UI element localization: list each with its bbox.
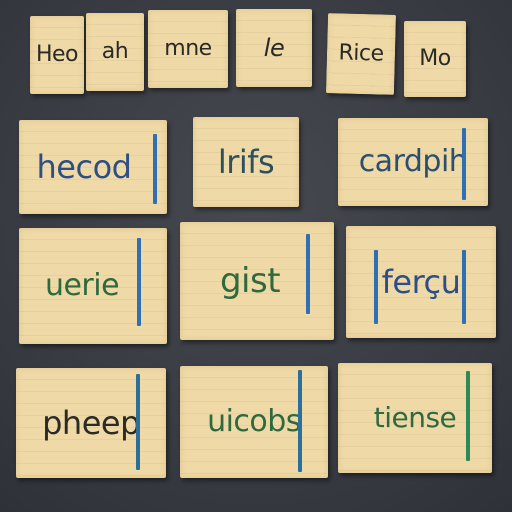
- word-card-mne: mne: [148, 10, 228, 88]
- word-card-fercu: ferçu: [346, 226, 496, 338]
- ink-bar: [462, 128, 466, 200]
- ink-bar: [136, 374, 140, 470]
- card-word: uerie: [44, 268, 120, 303]
- card-word: Mo: [419, 46, 451, 71]
- card-word: cardpih: [358, 144, 468, 179]
- card-word: pheep: [42, 404, 140, 442]
- card-word: Heo: [35, 42, 79, 67]
- card-word: lrifs: [217, 143, 275, 181]
- word-card-uerie: uerie: [19, 228, 167, 344]
- card-word: ferçu: [381, 263, 461, 301]
- word-card-heo: Heo: [30, 16, 84, 94]
- ink-bar: [374, 250, 378, 324]
- ink-bar: [466, 371, 470, 461]
- card-word: ah: [101, 39, 129, 64]
- word-card-mo: Mo: [404, 21, 466, 97]
- card-word: Rice: [338, 40, 384, 67]
- card-word: tiense: [373, 401, 457, 434]
- word-card-cardpih: cardpih: [338, 118, 488, 206]
- word-card-uicobs: uicobs: [180, 366, 328, 478]
- card-word: le: [263, 34, 285, 62]
- ink-bar: [306, 234, 310, 314]
- word-card-hecod: hecod: [19, 120, 167, 214]
- ink-bar: [298, 370, 302, 472]
- word-card-lrifs: lrifs: [193, 117, 299, 207]
- photo-scene: { "cards": { "row1": [ {"text": "Heo", "…: [0, 0, 512, 512]
- word-card-le: le: [236, 9, 312, 87]
- word-card-ah: ah: [86, 13, 144, 91]
- ink-bar: [462, 250, 466, 324]
- word-card-tiense: tiense: [338, 363, 492, 473]
- card-word: hecod: [36, 148, 132, 186]
- ink-bar: [137, 238, 141, 326]
- word-card-gist: gist: [180, 222, 334, 340]
- card-word: uicobs: [207, 404, 301, 439]
- word-card-rice: Rice: [325, 13, 397, 95]
- ink-bar: [153, 134, 157, 204]
- card-word: mne: [164, 36, 212, 61]
- word-card-pheep: pheep: [16, 368, 166, 478]
- card-word: gist: [219, 261, 281, 301]
